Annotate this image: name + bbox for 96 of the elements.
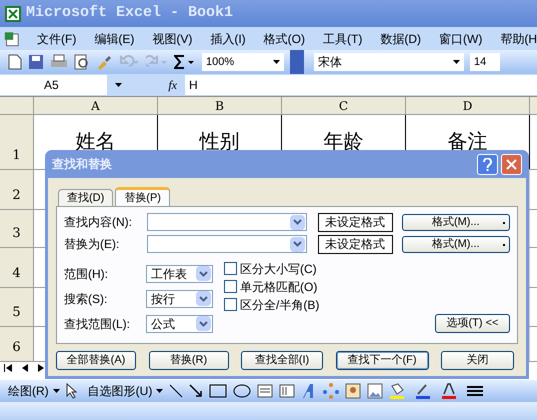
format-preview: 未设定格式 [318,234,393,254]
search-field[interactable] [146,235,307,253]
new-file-icon[interactable] [8,54,22,70]
checkbox-label: 单元格匹配(O) [240,278,318,296]
tab[interactable]: 替换(P) [115,187,170,206]
menu-item[interactable]: 格式(O) [264,30,305,48]
line-icon[interactable] [169,384,184,398]
menu-item[interactable]: 视图(V) [152,30,192,48]
font-field[interactable]: 宋体 [314,53,464,71]
menu-item[interactable]: 插入(I) [210,30,246,48]
dropdown-field[interactable]: 工作表 [146,264,213,282]
field-label: 搜索(S): [64,290,108,308]
menu-item[interactable]: 窗口(W) [439,30,482,48]
format-button[interactable]: 格式(M)... [402,236,510,252]
field-label: 替换为(E): [64,236,120,253]
dialog-title: 查找和替换 [52,156,112,173]
format-button[interactable]: 格式(M)... [402,214,510,230]
text-box-icon[interactable] [257,384,274,398]
function-label[interactable]: fx [168,76,177,94]
caret-icon [273,60,280,64]
checkbox-label: 区分全/半角(B) [240,296,320,314]
search-field[interactable] [146,213,307,231]
row-header[interactable]: 6 [0,327,34,361]
image-icon[interactable] [367,383,384,399]
field-label: 查找范围(L): [64,316,131,332]
dropdown-icon [292,219,302,225]
zoom-field[interactable]: 100% [202,53,284,71]
dropdown-icon [199,296,208,302]
tab[interactable]: 查找(D) [58,189,114,206]
checkbox[interactable] [224,262,237,275]
row-header[interactable]: 1 [0,115,34,169]
dropdown-icon [199,320,208,326]
dialog-button[interactable]: 关闭 [441,351,514,370]
close-icon [506,158,517,170]
help-button[interactable] [477,154,498,174]
autoshapes-menu[interactable]: 自选图形(U) [88,382,164,400]
dropdown-icon [199,270,208,276]
column-header[interactable]: B [158,97,282,114]
checkbox-label: 区分大小写(C) [240,260,317,278]
vertical-text-box-icon[interactable] [279,384,296,398]
print-preview-icon[interactable] [74,54,90,70]
format-preview: 未设定格式 [318,212,393,232]
format-painter-icon[interactable] [96,54,112,70]
caret-icon [453,60,460,64]
caret-icon [52,389,60,393]
options-button[interactable]: 选项(T) << [435,314,510,333]
menu-item[interactable]: 工具(T) [323,30,362,48]
dialog-button[interactable]: 查找全部(I) [241,351,323,370]
checkbox[interactable] [224,298,237,311]
rectangle-icon[interactable] [209,384,228,398]
field-label: 范围(H): [64,266,109,282]
column-header[interactable]: C [282,97,406,114]
field-label: 查找内容(N): [64,214,133,231]
column-header[interactable]: A [34,97,158,114]
first-sheet-icon[interactable] [4,364,12,372]
menu-item[interactable]: 数据(D) [380,30,421,48]
dialog-button[interactable]: 替换(R) [148,351,228,370]
menu-item[interactable]: 文件(F) [37,30,76,48]
dialog-button[interactable]: 全部替换(A) [56,351,136,370]
table-cell-text: 姓名 [76,130,116,155]
print-icon[interactable] [50,54,68,70]
spreadsheet-icon [4,4,22,22]
name-box[interactable]: A5 [0,75,107,95]
close-button[interactable] [501,154,522,174]
arrow-icon[interactable] [189,384,204,398]
menu-item[interactable]: 帮助(H [500,30,537,48]
line-style-icon[interactable] [467,384,484,398]
table-cell-text: 备注 [448,130,488,155]
dropdown-field[interactable]: 公式 [146,314,213,332]
row-header[interactable]: 3 [0,210,34,247]
row-header[interactable]: 4 [0,248,34,287]
pointer-icon[interactable] [66,383,78,399]
dropdown-field[interactable]: 按行 [146,290,213,308]
diagram-icon[interactable] [323,383,340,399]
row-header[interactable]: 2 [0,170,34,209]
table-cell-text: 年龄 [324,130,364,155]
help-icon [483,158,492,170]
menu-item[interactable]: 编辑(E) [94,30,134,48]
name-box-caret-icon [115,83,122,87]
autosum-icon[interactable] [174,55,196,69]
save-icon[interactable] [28,54,44,70]
draw-menu[interactable]: 绘图(R) [8,382,60,400]
dialog-button[interactable]: 查找下一个(F) [336,351,428,370]
font-size-field[interactable]: 14 [470,53,500,71]
row-header[interactable]: 5 [0,288,34,326]
checkbox[interactable] [224,280,237,293]
table-cell-text: 性别 [200,130,240,155]
oval-icon[interactable] [233,384,252,398]
workbook-icon[interactable] [4,30,20,48]
previous-sheet-icon[interactable] [22,364,28,372]
window-title: Microsoft Excel - Book1 [26,3,234,24]
column-header[interactable]: D [406,97,530,114]
dropdown-icon [292,241,302,247]
caret-icon [156,389,164,393]
clip-art-icon[interactable] [345,383,362,399]
formula-field[interactable]: H [185,75,537,95]
